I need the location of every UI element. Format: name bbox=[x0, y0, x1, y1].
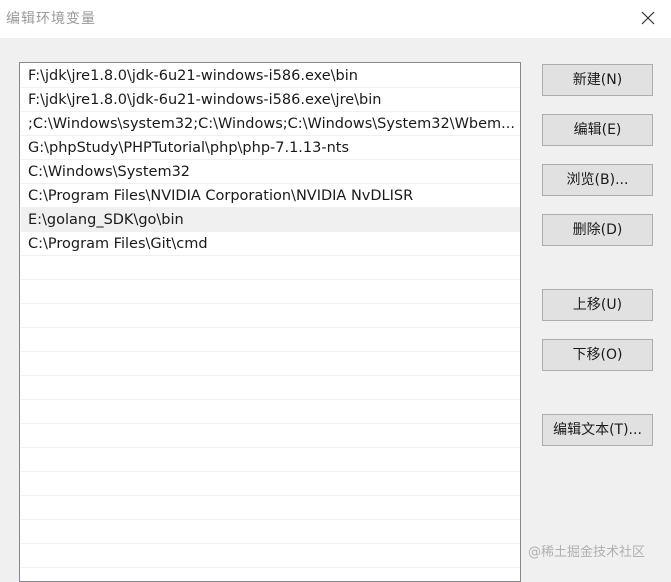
move-up-button[interactable]: 上移(U) bbox=[542, 289, 653, 321]
move-down-button[interactable]: 下移(O) bbox=[542, 339, 653, 371]
window-title: 编辑环境变量 bbox=[6, 11, 96, 27]
empty-list-row[interactable] bbox=[21, 400, 520, 424]
new-button[interactable]: 新建(N) bbox=[542, 64, 653, 96]
path-list-item[interactable]: C:\Program Files\Git\cmd bbox=[21, 232, 520, 256]
empty-list-row[interactable] bbox=[21, 448, 520, 472]
empty-list-row[interactable] bbox=[21, 520, 520, 544]
path-list-item[interactable]: G:\phpStudy\PHPTutorial\php\php-7.1.13-n… bbox=[21, 136, 520, 160]
empty-list-row[interactable] bbox=[21, 424, 520, 448]
browse-button[interactable]: 浏览(B)... bbox=[542, 164, 653, 196]
path-list[interactable]: F:\jdk\jre1.8.0\jdk-6u21-windows-i586.ex… bbox=[19, 62, 521, 582]
close-button[interactable] bbox=[635, 5, 661, 31]
delete-button[interactable]: 删除(D) bbox=[542, 214, 653, 246]
empty-list-row[interactable] bbox=[21, 256, 520, 280]
empty-list-row[interactable] bbox=[21, 352, 520, 376]
path-list-item[interactable]: E:\golang_SDK\go\bin bbox=[21, 208, 520, 232]
empty-list-row[interactable] bbox=[21, 280, 520, 304]
path-list-item[interactable]: ;C:\Windows\system32;C:\Windows;C:\Windo… bbox=[21, 112, 520, 136]
empty-list-row[interactable] bbox=[21, 472, 520, 496]
empty-list-row[interactable] bbox=[21, 328, 520, 352]
close-icon bbox=[641, 11, 655, 25]
path-list-item[interactable]: C:\Windows\System32 bbox=[21, 160, 520, 184]
empty-list-row[interactable] bbox=[21, 496, 520, 520]
path-list-item[interactable]: F:\jdk\jre1.8.0\jdk-6u21-windows-i586.ex… bbox=[21, 64, 520, 88]
empty-list-row[interactable] bbox=[21, 304, 520, 328]
empty-list-row[interactable] bbox=[21, 544, 520, 568]
path-list-item[interactable]: F:\jdk\jre1.8.0\jdk-6u21-windows-i586.ex… bbox=[21, 88, 520, 112]
path-list-item[interactable]: C:\Program Files\NVIDIA Corporation\NVID… bbox=[21, 184, 520, 208]
watermark: @稀土掘金技术社区 bbox=[528, 545, 646, 560]
title-bar: 编辑环境变量 bbox=[0, 0, 671, 38]
empty-list-row[interactable] bbox=[21, 376, 520, 400]
edit-text-button[interactable]: 编辑文本(T)... bbox=[542, 414, 653, 446]
edit-button[interactable]: 编辑(E) bbox=[542, 114, 653, 146]
